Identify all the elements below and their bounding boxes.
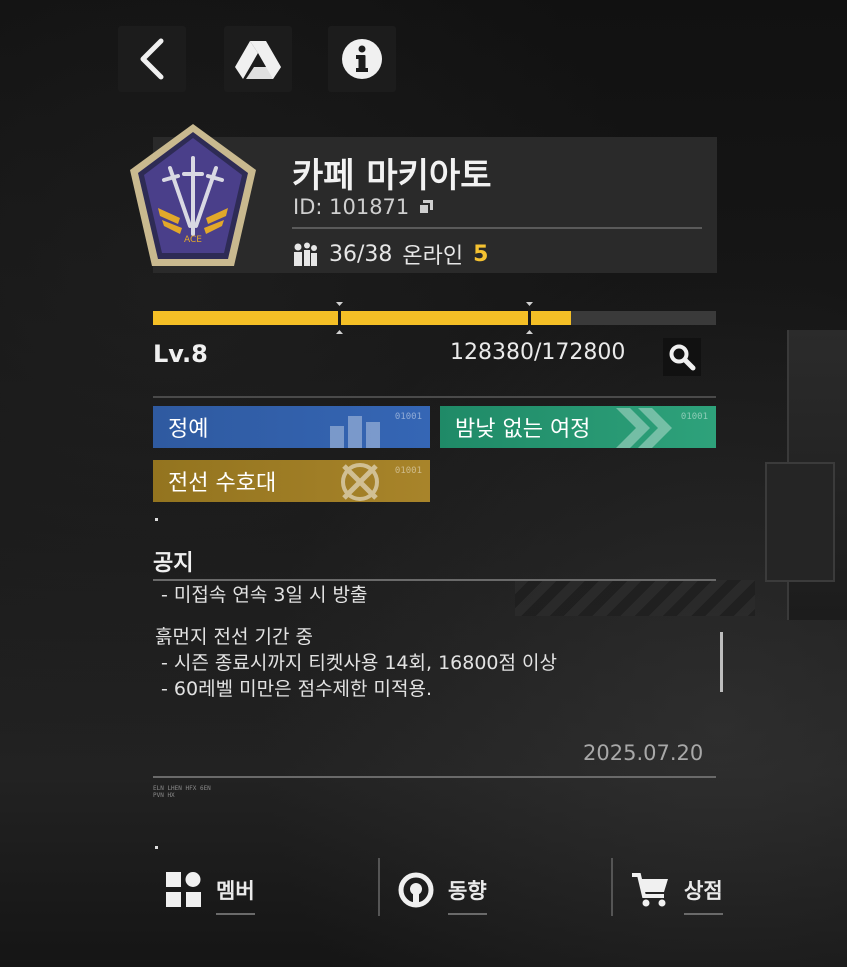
- notice-line: - 미접속 연속 3일 시 방출: [155, 584, 368, 606]
- tag-code: 01001: [394, 466, 422, 476]
- xp-milestone-marker: [338, 306, 341, 330]
- section-divider: [153, 396, 716, 398]
- decor-dot: [155, 846, 158, 849]
- nav-members[interactable]: 멤버: [166, 866, 255, 915]
- online-label: 온라인: [402, 244, 464, 269]
- tag-code: 01001: [680, 412, 708, 422]
- notice-line: - 60레벨 미만은 점수제한 미적용.: [155, 678, 433, 700]
- club-id: ID: 101871: [293, 195, 410, 219]
- nav-shop[interactable]: 상점: [632, 866, 723, 915]
- notice-title: 공지: [153, 551, 194, 576]
- info-button[interactable]: [328, 26, 396, 92]
- members-icon: [294, 242, 317, 266]
- members-grid-icon: [166, 872, 201, 907]
- club-id-row: ID: 101871: [293, 195, 434, 219]
- nav-label: 동향: [448, 875, 487, 915]
- tag-label: 전선 수호대: [168, 471, 277, 496]
- nav-trend[interactable]: 동향: [398, 866, 487, 915]
- tag-decoration-icon: [330, 416, 380, 448]
- emblem-text: ACE: [184, 235, 202, 245]
- club-name: 카페 마키아토: [292, 156, 492, 196]
- members-row: 36/38 온라인 5: [293, 238, 488, 270]
- copy-icon[interactable]: [419, 200, 434, 214]
- tag-label: 밤낮 없는 여정: [455, 417, 591, 442]
- tag-code: 01001: [394, 412, 422, 422]
- nav-label: 상점: [684, 875, 723, 915]
- search-icon: [669, 344, 696, 371]
- info-icon: [342, 39, 382, 79]
- decor-dot: [155, 518, 158, 521]
- notice-scrollbar[interactable]: [720, 632, 723, 692]
- online-count: 5: [473, 241, 489, 267]
- member-count: 36/38: [329, 241, 393, 267]
- notice-line: - 시즌 종료시까지 티켓사용 14회, 16800점 이상: [155, 652, 557, 674]
- google-drive-button[interactable]: [224, 26, 292, 92]
- club-tag-elite[interactable]: 정예 01001: [153, 406, 430, 448]
- notice-date: 2025.07.20: [583, 741, 704, 765]
- level-detail-button[interactable]: [663, 338, 701, 376]
- xp-milestone-marker: [528, 306, 531, 330]
- notice-spacer: [155, 608, 710, 624]
- xp-progress-fill: [153, 311, 572, 325]
- xp-progress-bar: [153, 306, 716, 330]
- nav-divider: [378, 858, 380, 916]
- club-tag-guardian[interactable]: 전선 수호대 01001: [153, 460, 430, 502]
- notice-line: 흙먼지 전선 기간 중: [155, 626, 313, 648]
- google-drive-icon: [235, 41, 281, 79]
- shopping-cart-icon: [632, 873, 668, 907]
- notice-top-divider: [153, 579, 716, 581]
- tag-label: 정예: [168, 417, 209, 442]
- chevron-left-icon: [140, 38, 164, 80]
- notice-bottom-divider: [153, 776, 716, 778]
- tag-decoration-icon: [616, 408, 672, 448]
- tag-decoration-icon: [341, 463, 379, 501]
- trend-icon: [398, 872, 434, 908]
- xp-value: 128380/172800: [450, 340, 626, 365]
- decor-code-text: ELN LHEN HFX 6EN PVN HX: [153, 785, 211, 799]
- nav-divider: [611, 858, 613, 916]
- background-panel: [765, 462, 835, 582]
- header-divider: [292, 227, 702, 229]
- club-level: Lv.8: [153, 340, 208, 368]
- back-button[interactable]: [118, 26, 186, 92]
- club-tag-journey[interactable]: 밤낮 없는 여정 01001: [440, 406, 716, 448]
- nav-label: 멤버: [216, 875, 255, 915]
- club-emblem: ACE: [128, 122, 258, 270]
